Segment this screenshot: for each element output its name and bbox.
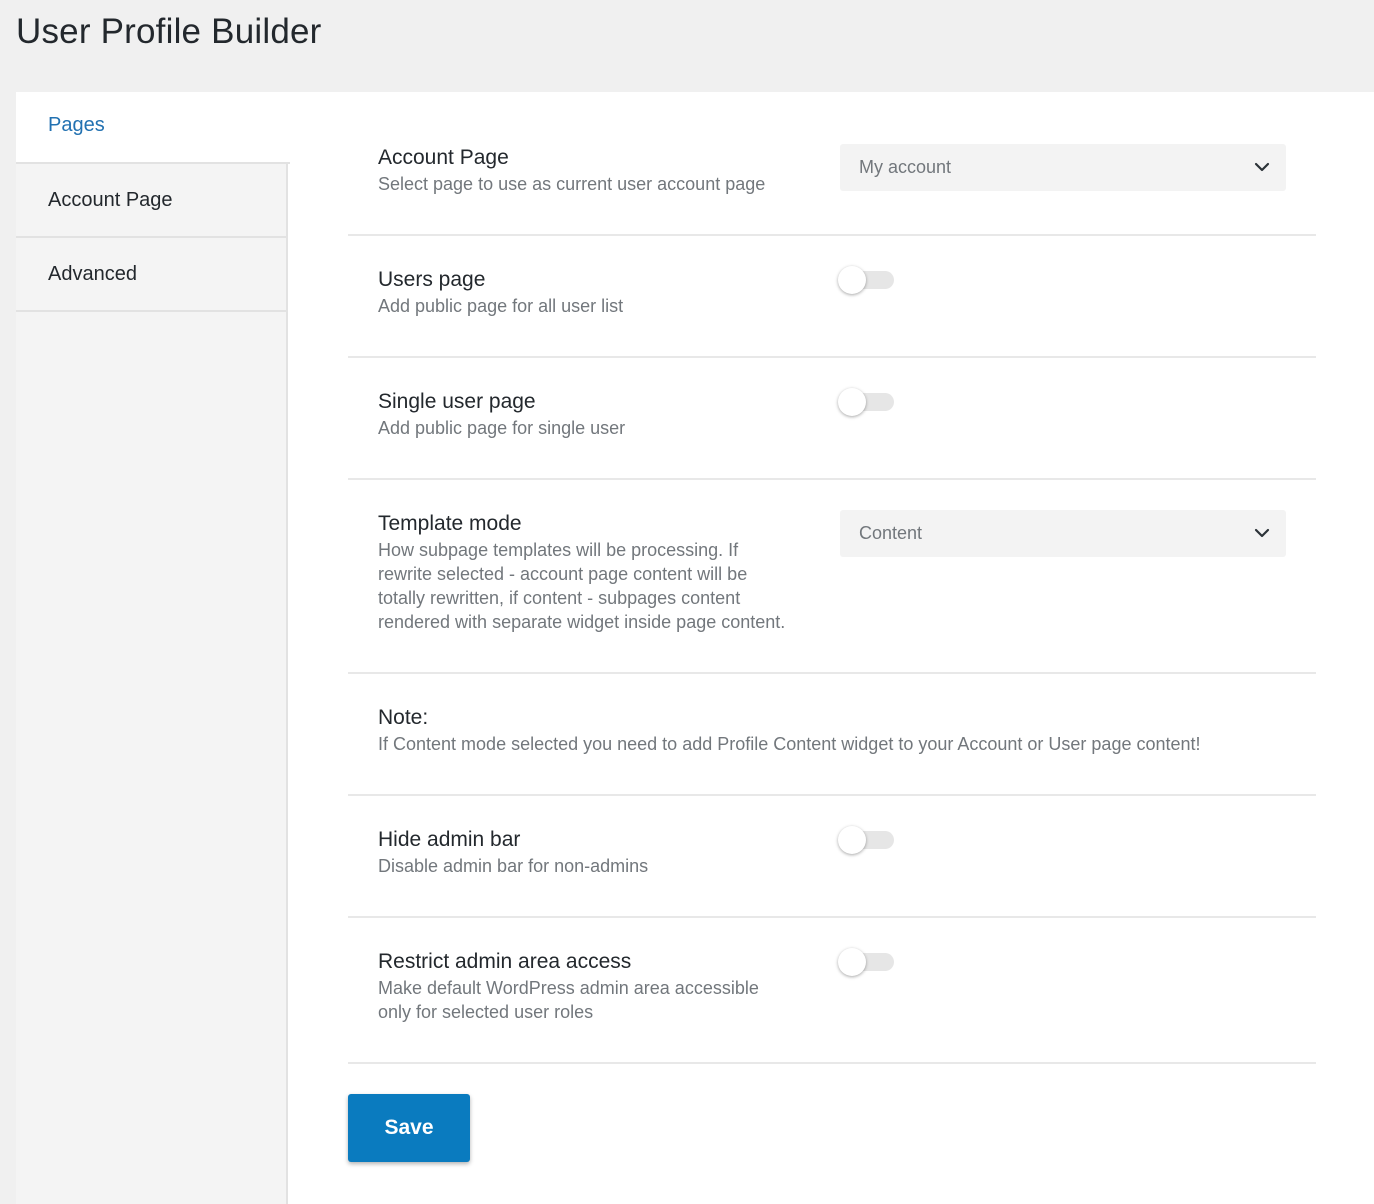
setting-label-block: Restrict admin area access Make default … (378, 949, 759, 1024)
select-value: My account (859, 157, 952, 177)
setting-title: Single user page (378, 390, 536, 413)
select-value: Content (859, 523, 923, 543)
setting-row-users-page: Users page Add public page for all user … (348, 236, 1316, 358)
setting-row-single-user-page: Single user page Add public page for sin… (348, 358, 1316, 480)
setting-title: Users page (378, 268, 486, 291)
hide-admin-bar-toggle[interactable] (838, 826, 896, 854)
sidebar-item-pages[interactable]: Pages (16, 92, 290, 164)
setting-row-restrict-admin: Restrict admin area access Make default … (348, 918, 1316, 1064)
restrict-admin-toggle[interactable] (838, 948, 896, 976)
template-mode-select[interactable]: Content (840, 510, 1286, 557)
setting-title: Account Page (378, 146, 509, 169)
note-block: Note: If Content mode selected you need … (378, 705, 1298, 756)
description-line: only for selected user roles (378, 1002, 594, 1022)
setting-description: Add public page for single user (378, 418, 626, 438)
setting-row-template-mode: Template mode How subpage templates will… (348, 480, 1316, 674)
description-line: rewrite selected - account page content … (378, 564, 748, 584)
setting-label-block: Single user page Add public page for sin… (378, 389, 625, 440)
description-line: totally rewritten, if content - subpages… (378, 588, 741, 608)
toggle-knob (838, 388, 866, 416)
setting-label-block: Template mode How subpage templates will… (378, 511, 785, 634)
setting-title: Restrict admin area access (378, 950, 632, 973)
setting-description: Make default WordPress admin area access… (378, 976, 759, 1024)
setting-description: Add public page for all user list (378, 296, 624, 316)
setting-label-block: Hide admin bar Disable admin bar for non… (378, 827, 648, 878)
toggle-knob (838, 948, 866, 976)
settings-panel: Pages Account Page Advanced Account Page… (16, 92, 1374, 1204)
description-line: How subpage templates will be processing… (378, 540, 739, 560)
note-title: Note: (378, 706, 429, 729)
settings-content: Account Page Select page to use as curre… (348, 92, 1316, 1064)
note-text: If Content mode selected you need to add… (378, 734, 1201, 754)
page-title: User Profile Builder (16, 12, 322, 51)
setting-label-block: Users page Add public page for all user … (378, 267, 623, 318)
sidebar-item-label: Advanced (48, 262, 137, 285)
setting-description: Disable admin bar for non-admins (378, 856, 649, 876)
sidebar-item-account-page[interactable]: Account Page (16, 164, 286, 238)
description-line: rendered with separate widget inside pag… (378, 612, 786, 632)
settings-sidebar: Pages Account Page Advanced (16, 92, 290, 1204)
toggle-knob (838, 826, 866, 854)
sidebar-item-label: Pages (48, 114, 105, 136)
toggle-knob (838, 266, 866, 294)
single-user-page-toggle[interactable] (838, 388, 896, 416)
chevron-down-icon (1254, 162, 1270, 172)
setting-title: Template mode (378, 512, 522, 535)
account-page-select[interactable]: My account (840, 144, 1286, 191)
sidebar-item-advanced[interactable]: Advanced (16, 238, 286, 312)
users-page-toggle[interactable] (838, 266, 896, 294)
setting-row-note: Note: If Content mode selected you need … (348, 674, 1316, 796)
setting-description: How subpage templates will be processing… (378, 538, 785, 634)
setting-label-block: Account Page Select page to use as curre… (378, 145, 765, 196)
description-line: Make default WordPress admin area access… (378, 978, 759, 998)
sidebar-item-label: Account Page (48, 188, 173, 211)
setting-title: Hide admin bar (378, 828, 521, 851)
setting-row-hide-admin-bar: Hide admin bar Disable admin bar for non… (348, 796, 1316, 918)
save-button[interactable]: Save (348, 1094, 470, 1162)
setting-description: Select page to use as current user accou… (378, 174, 766, 194)
chevron-down-icon (1254, 528, 1270, 538)
setting-row-account-page: Account Page Select page to use as curre… (348, 92, 1316, 236)
